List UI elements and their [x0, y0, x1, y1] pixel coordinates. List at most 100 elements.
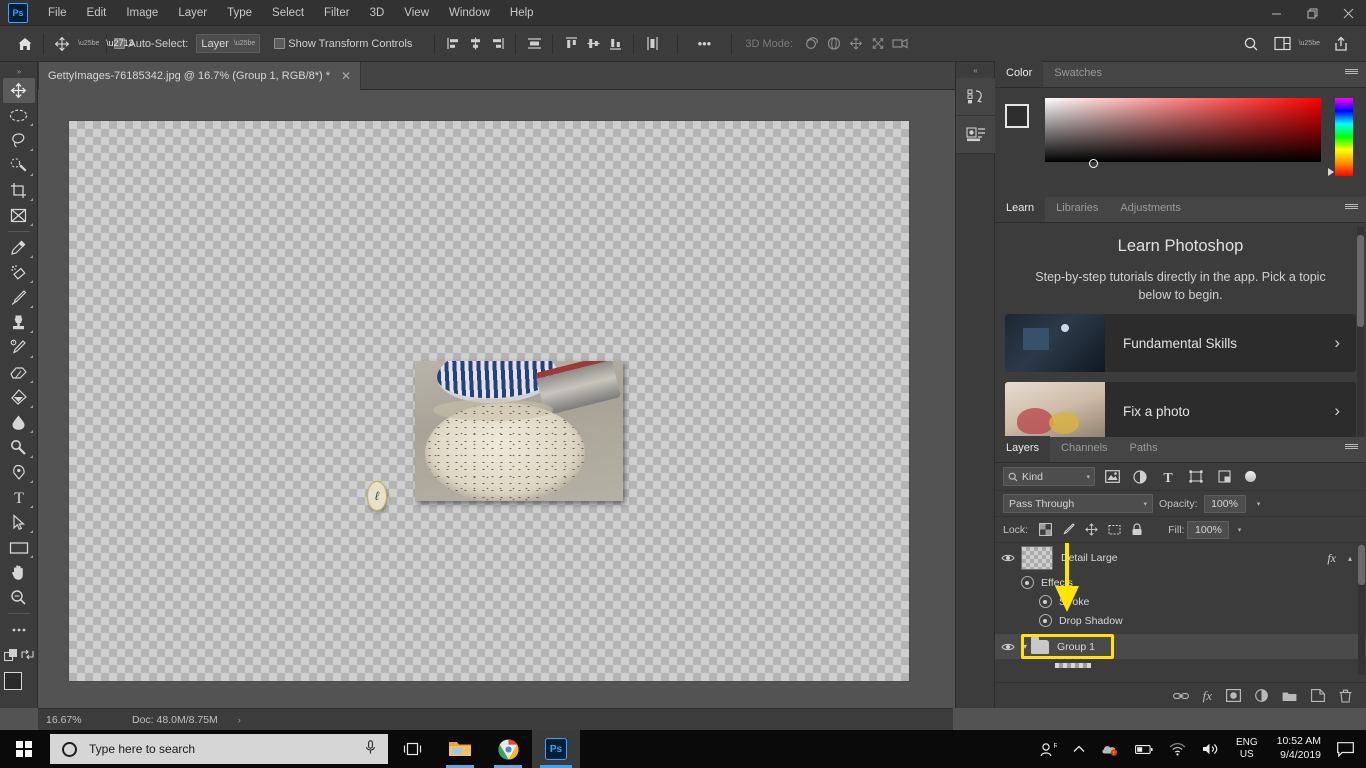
taskbar-app-google-chrome[interactable] — [484, 730, 532, 768]
shape-filter-icon[interactable] — [1185, 467, 1207, 487]
more-options-icon[interactable]: ••• — [693, 33, 715, 55]
workspace-icon[interactable] — [1272, 33, 1294, 55]
battery-icon[interactable] — [1127, 744, 1161, 755]
auto-select-scope-dropdown[interactable]: Layer \u25be — [196, 34, 261, 53]
layer-list[interactable]: Detail Large fx ▴ Effects Stroke Drop Sh… — [995, 543, 1366, 677]
effect-visibility-icon[interactable] — [1035, 595, 1055, 608]
canvas-small-annotation-shape[interactable]: ℓ — [367, 481, 387, 511]
auto-select-checkbox[interactable]: \u2713 — [106, 38, 134, 49]
history-brush-tool[interactable] — [3, 335, 35, 360]
close-button[interactable] — [1330, 0, 1366, 26]
zoom-level[interactable]: 16.67% — [46, 714, 112, 726]
layer-name[interactable]: Effects — [1041, 577, 1073, 589]
panel-menu-icon[interactable] — [1345, 204, 1358, 210]
fill-field[interactable]: 100% — [1187, 520, 1230, 539]
tab-learn[interactable]: Learn — [995, 196, 1046, 222]
taskbar-app-photoshop[interactable]: Ps — [532, 730, 580, 768]
search-input[interactable]: Type here to search — [50, 734, 388, 764]
new-layer-icon[interactable] — [1311, 689, 1325, 702]
status-expand-icon[interactable]: › — [238, 715, 241, 725]
workspace-chevron-icon[interactable]: \u25be — [1299, 40, 1320, 47]
add-layer-style-icon[interactable]: fx — [1203, 688, 1212, 704]
menu-3d[interactable]: 3D — [360, 3, 395, 23]
spot-healing-brush-tool[interactable] — [3, 260, 35, 285]
canvas-area[interactable]: ℓ — [38, 90, 953, 708]
layer-thumbnail[interactable] — [1021, 546, 1053, 570]
screen-mode-and-swap-colors[interactable] — [2, 642, 36, 667]
color-spectrum-field[interactable] — [1045, 98, 1321, 168]
menu-layer[interactable]: Layer — [168, 3, 217, 23]
pixel-filter-icon[interactable] — [1101, 467, 1123, 487]
tool-preset-chevron-icon[interactable]: \u25be — [78, 40, 99, 47]
history-icon[interactable] — [956, 78, 996, 116]
color-swatches[interactable] — [3, 671, 35, 701]
menu-help[interactable]: Help — [500, 3, 544, 23]
restore-button[interactable] — [1294, 0, 1330, 26]
delete-layer-icon[interactable] — [1339, 689, 1352, 703]
panel-menu-icon[interactable] — [1345, 444, 1358, 450]
filter-kind-dropdown[interactable]: Kind ▾ — [1003, 467, 1095, 486]
eraser-tool[interactable] — [3, 360, 35, 385]
filter-toggle-switch[interactable] — [1245, 471, 1256, 482]
show-transform-checkbox[interactable] — [274, 38, 286, 49]
learn-card-fix-a-photo[interactable]: Fix a photo › — [1005, 382, 1356, 441]
effects-visibility-icon[interactable] — [1017, 576, 1037, 589]
artboard-transparent-background[interactable]: ℓ — [69, 121, 909, 681]
menu-window[interactable]: Window — [439, 3, 500, 23]
opacity-chevron-down-icon[interactable]: ▾ — [1252, 495, 1266, 513]
lock-transparent-pixels-icon[interactable] — [1035, 520, 1055, 540]
layer-name[interactable]: Group 1 — [1057, 641, 1095, 653]
layer-row-stroke[interactable]: Stroke — [995, 592, 1366, 611]
learn-panel-scrollbar[interactable] — [1357, 227, 1364, 459]
home-icon[interactable] — [14, 33, 36, 55]
tab-swatches[interactable]: Swatches — [1043, 61, 1113, 87]
menu-view[interactable]: View — [394, 3, 439, 23]
wifi-icon[interactable] — [1161, 742, 1194, 756]
layer-row-detail-large[interactable]: Detail Large fx ▴ — [995, 543, 1366, 573]
chevron-right-icon[interactable]: › — [1334, 333, 1340, 353]
minimize-button[interactable] — [1258, 0, 1294, 26]
properties-icon[interactable] — [956, 116, 996, 154]
distribute-vertically-icon[interactable] — [641, 33, 663, 55]
tab-color[interactable]: Color — [995, 61, 1044, 87]
onedrive-icon[interactable]: ! — [1093, 742, 1127, 756]
hand-tool[interactable] — [3, 560, 35, 585]
layer-name[interactable]: Drop Shadow — [1059, 615, 1123, 627]
menu-file[interactable]: File — [38, 3, 77, 23]
foreground-color-swatch[interactable] — [3, 672, 22, 690]
align-vertical-centers-icon[interactable] — [582, 33, 604, 55]
eyedropper-tool[interactable] — [3, 235, 35, 260]
canvas-photo-layer[interactable] — [415, 361, 623, 501]
distribute-horizontally-icon[interactable] — [523, 33, 545, 55]
people-icon[interactable]: R — [1032, 742, 1065, 757]
path-selection-tool[interactable] — [3, 510, 35, 535]
align-left-edges-icon[interactable] — [442, 33, 464, 55]
clone-stamp-tool[interactable] — [3, 310, 35, 335]
menu-image[interactable]: Image — [116, 3, 168, 23]
scrollbar-thumb[interactable] — [1358, 545, 1365, 585]
adjustment-filter-icon[interactable] — [1129, 467, 1151, 487]
smart-object-filter-icon[interactable] — [1213, 467, 1235, 487]
brush-tool[interactable] — [3, 285, 35, 310]
hue-slider-marker[interactable] — [1328, 168, 1334, 176]
volume-icon[interactable] — [1194, 742, 1227, 756]
tab-channels[interactable]: Channels — [1050, 436, 1118, 462]
color-panel-swatches[interactable] — [1005, 104, 1041, 140]
new-fill-adjustment-icon[interactable] — [1255, 689, 1268, 702]
layer-row-effects[interactable]: Effects — [995, 573, 1366, 592]
add-layer-mask-icon[interactable] — [1226, 689, 1241, 702]
lasso-tool[interactable] — [3, 128, 35, 153]
start-button[interactable] — [0, 730, 48, 768]
tab-adjustments[interactable]: Adjustments — [1109, 196, 1192, 222]
type-tool[interactable]: T — [3, 485, 35, 510]
menu-select[interactable]: Select — [262, 3, 314, 23]
document-tab-close-icon[interactable]: ✕ — [341, 69, 351, 83]
dock-expand-icon[interactable]: « — [956, 62, 994, 78]
type-filter-icon[interactable]: T — [1157, 467, 1179, 487]
move-tool[interactable] — [2, 78, 35, 103]
clock[interactable]: 10:52 AM 9/4/2019 — [1267, 735, 1331, 762]
tab-libraries[interactable]: Libraries — [1045, 196, 1109, 222]
layer-name[interactable]: Stroke — [1059, 596, 1089, 608]
tab-paths[interactable]: Paths — [1119, 436, 1169, 462]
microphone-icon[interactable] — [365, 740, 376, 758]
